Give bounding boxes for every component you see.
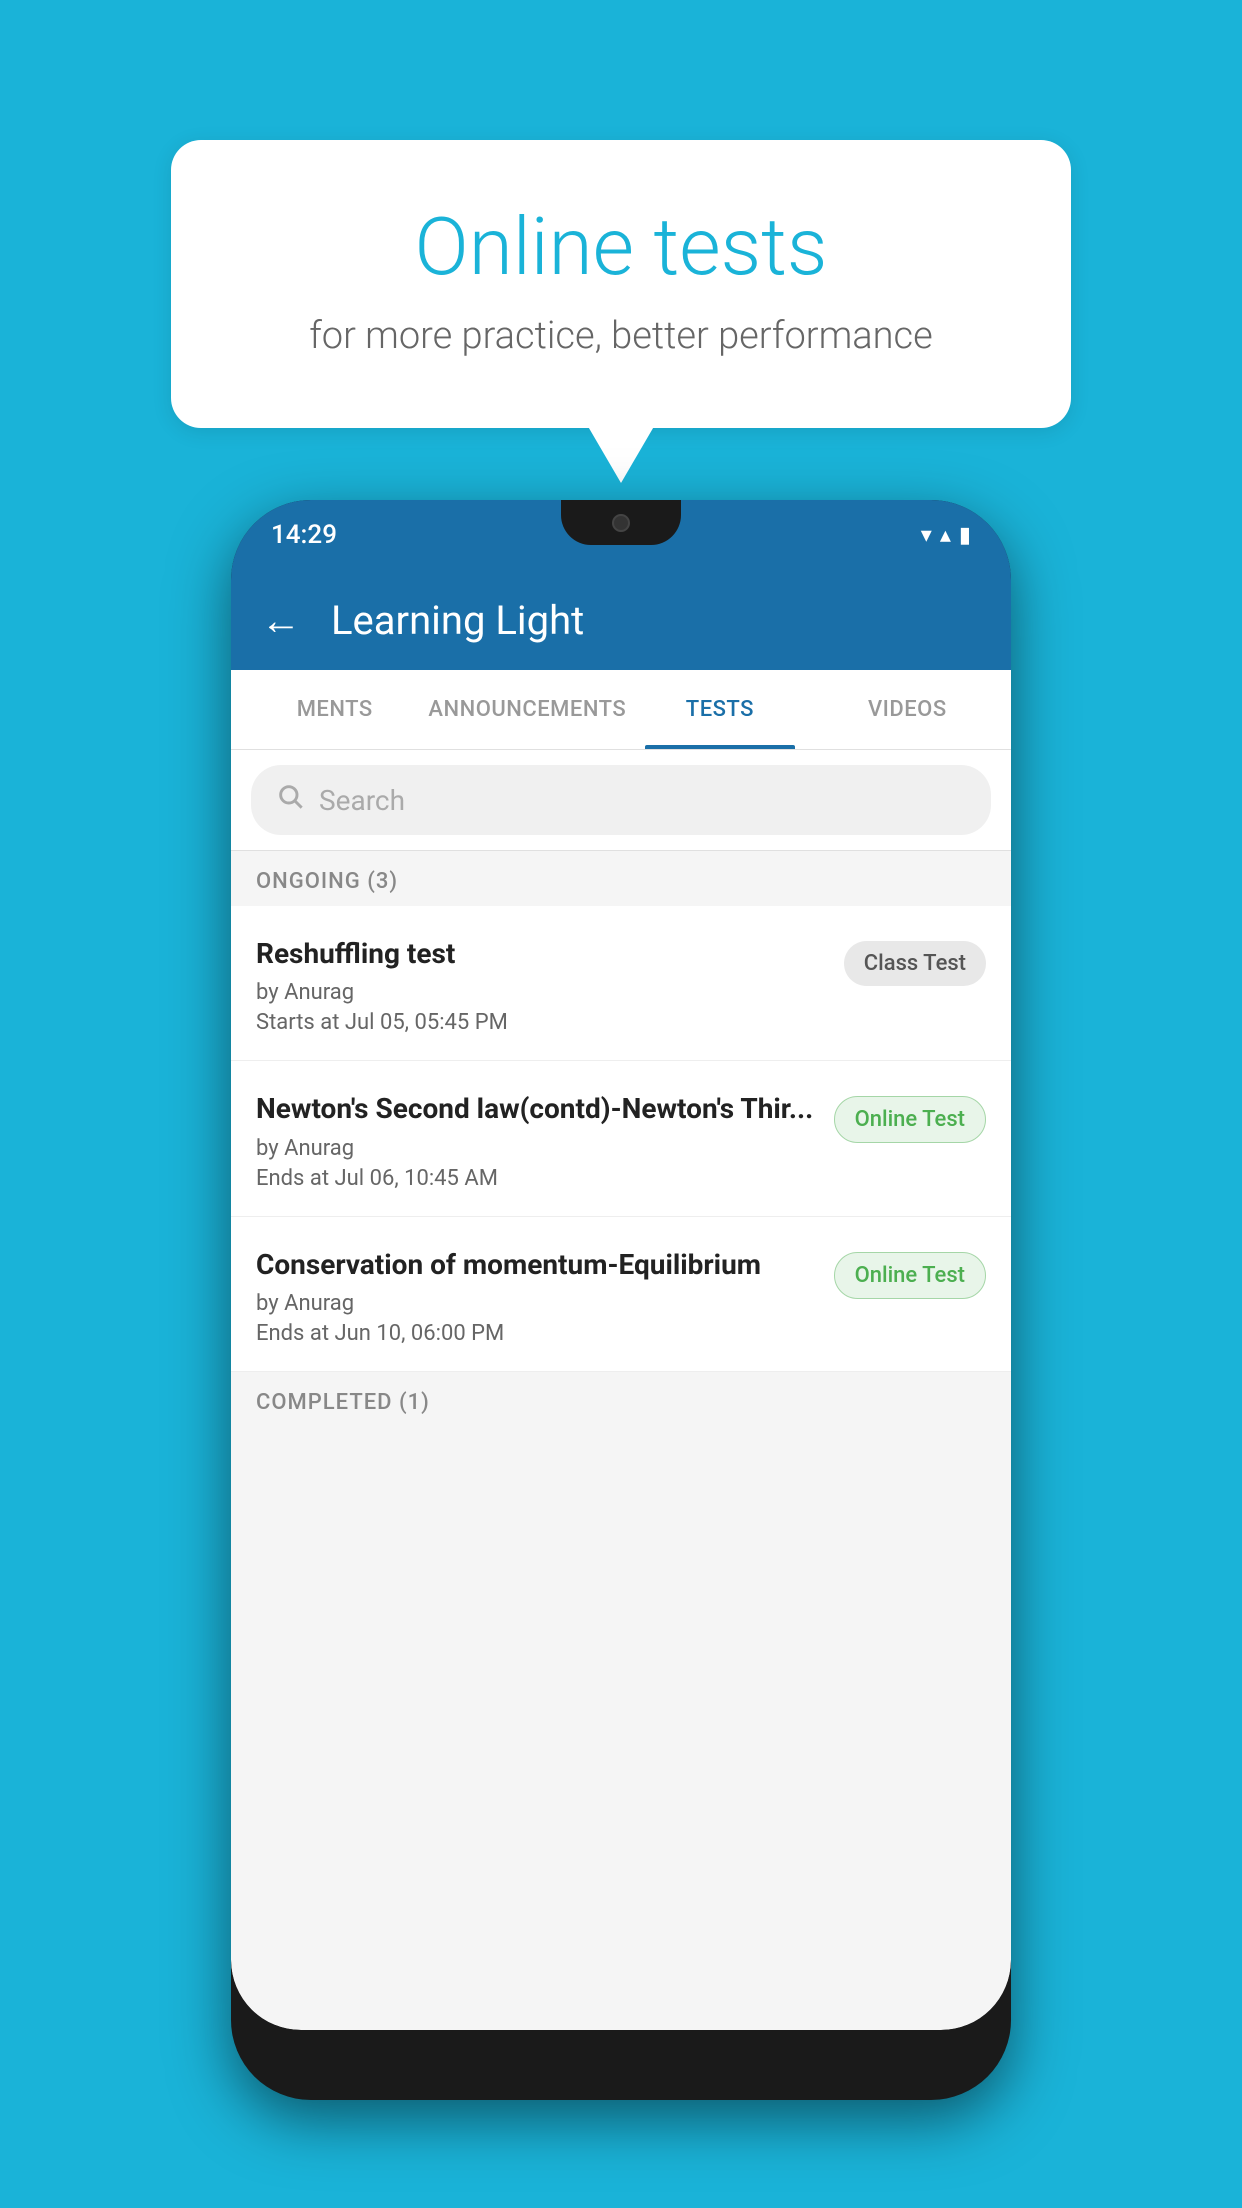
back-button[interactable]: ← — [261, 597, 301, 644]
test-badge-online: Online Test — [834, 1096, 986, 1143]
section-completed-header: COMPLETED (1) — [231, 1372, 1011, 1427]
test-author: by Anurag — [256, 1136, 814, 1161]
tabs-bar: MENTS ANNOUNCEMENTS TESTS VIDEOS — [231, 670, 1011, 750]
phone-notch — [561, 500, 681, 545]
test-author: by Anurag — [256, 980, 824, 1005]
test-info: Conservation of momentum-Equilibrium by … — [256, 1247, 834, 1346]
test-name: Conservation of momentum-Equilibrium — [256, 1247, 814, 1283]
phone-frame: 14:29 ▾ ▴ ▮ ← Learning Light MENTS — [231, 500, 1011, 2100]
search-bar[interactable]: Search — [251, 765, 991, 835]
phone-camera — [612, 514, 630, 532]
speech-bubble-title: Online tests — [251, 200, 991, 294]
test-time: Ends at Jul 06, 10:45 AM — [256, 1166, 814, 1191]
phone-screen: MENTS ANNOUNCEMENTS TESTS VIDEOS — [231, 670, 1011, 2030]
test-time: Starts at Jul 05, 05:45 PM — [256, 1010, 824, 1035]
status-icons: ▾ ▴ ▮ — [921, 523, 971, 548]
test-time: Ends at Jun 10, 06:00 PM — [256, 1321, 814, 1346]
tab-assignments[interactable]: MENTS — [241, 670, 428, 749]
speech-bubble-container: Online tests for more practice, better p… — [171, 140, 1071, 428]
test-item[interactable]: Newton's Second law(contd)-Newton's Thir… — [231, 1061, 1011, 1216]
test-info: Newton's Second law(contd)-Newton's Thir… — [256, 1091, 834, 1190]
test-author: by Anurag — [256, 1291, 814, 1316]
test-item[interactable]: Conservation of momentum-Equilibrium by … — [231, 1217, 1011, 1372]
test-name: Newton's Second law(contd)-Newton's Thir… — [256, 1091, 814, 1127]
speech-bubble-subtitle: for more practice, better performance — [251, 314, 991, 358]
status-time: 14:29 — [271, 520, 337, 550]
search-icon — [276, 782, 304, 818]
search-container: Search — [231, 750, 1011, 851]
app-bar: ← Learning Light — [231, 570, 1011, 670]
test-badge-online-2: Online Test — [834, 1252, 986, 1299]
speech-bubble: Online tests for more practice, better p… — [171, 140, 1071, 428]
wifi-icon: ▾ — [921, 523, 932, 548]
test-name: Reshuffling test — [256, 936, 824, 972]
status-bar: 14:29 ▾ ▴ ▮ — [231, 500, 1011, 570]
section-completed-title: COMPLETED (1) — [256, 1390, 430, 1415]
test-badge-class: Class Test — [844, 941, 986, 986]
app-bar-title: Learning Light — [331, 597, 584, 644]
test-item[interactable]: Reshuffling test by Anurag Starts at Jul… — [231, 906, 1011, 1061]
search-placeholder: Search — [319, 784, 405, 817]
test-list: Reshuffling test by Anurag Starts at Jul… — [231, 906, 1011, 1372]
tab-announcements[interactable]: ANNOUNCEMENTS — [428, 670, 626, 749]
signal-icon: ▴ — [940, 523, 951, 548]
test-info: Reshuffling test by Anurag Starts at Jul… — [256, 936, 844, 1035]
section-ongoing-header: ONGOING (3) — [231, 851, 1011, 906]
tab-videos[interactable]: VIDEOS — [814, 670, 1001, 749]
section-ongoing-title: ONGOING (3) — [256, 869, 398, 894]
tab-tests[interactable]: TESTS — [626, 670, 813, 749]
battery-icon: ▮ — [959, 523, 971, 548]
